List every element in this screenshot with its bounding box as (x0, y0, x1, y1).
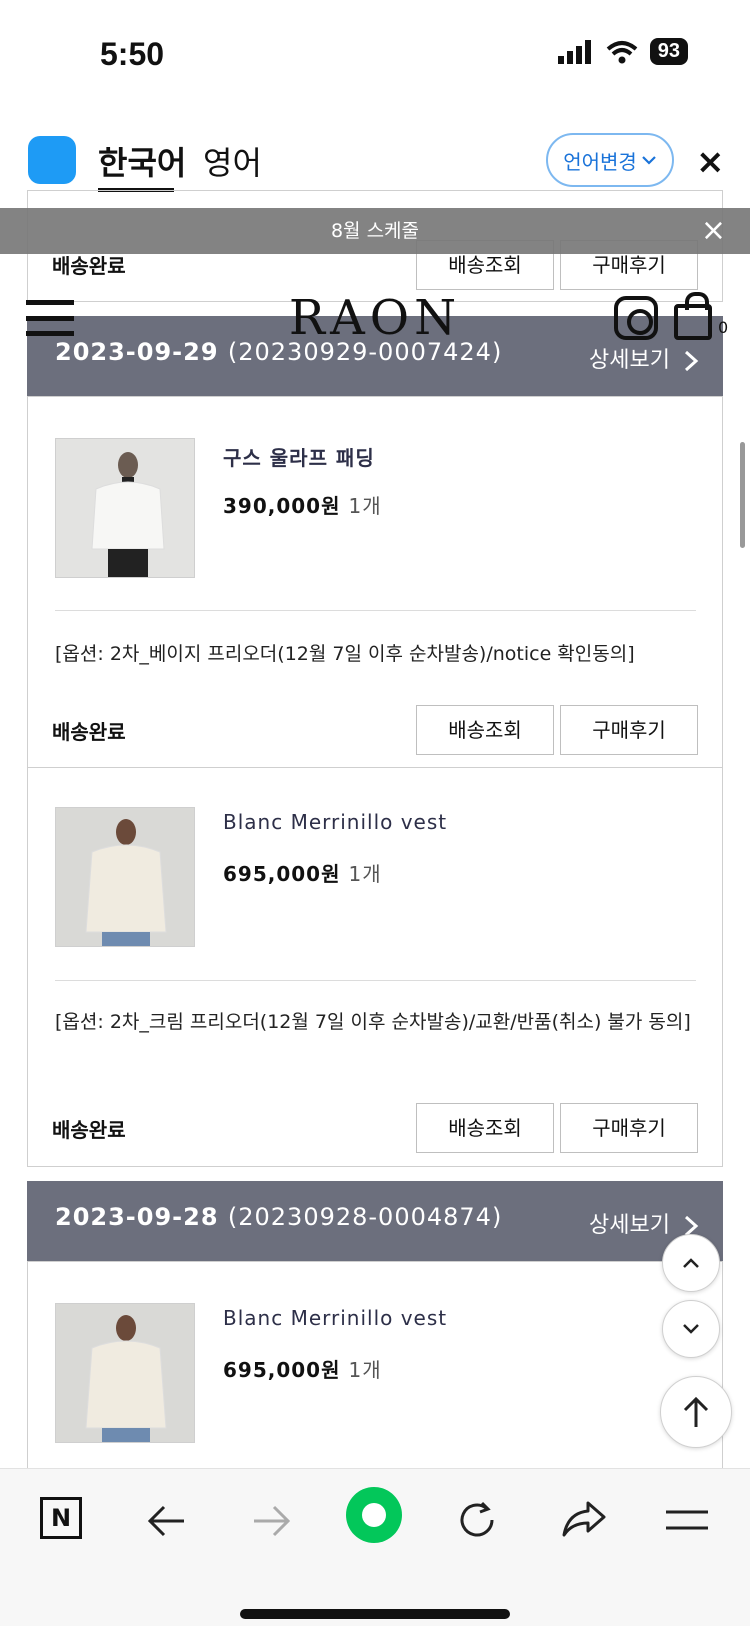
divider (55, 980, 696, 981)
refresh-icon[interactable] (456, 1499, 498, 1541)
language-change-label: 언어변경 (563, 149, 637, 174)
status-time: 5:50 (100, 36, 165, 72)
product-image[interactable] (55, 438, 195, 578)
track-delivery-button[interactable]: 배송조회 (416, 1103, 554, 1153)
site-header: RAON 0 (0, 290, 750, 350)
cart-count: 0 (718, 318, 729, 337)
product-quantity: 1개 (348, 494, 382, 518)
delivery-status: 배송완료 (52, 720, 126, 744)
home-indicator (240, 1609, 510, 1619)
order-detail-label: 상세보기 (589, 1213, 670, 1238)
order-number: (20230928-0004874) (227, 1203, 503, 1231)
product-name[interactable]: Blanc Merrinillo vest (223, 1306, 447, 1330)
product-option: [옵션: 2차_베이지 프리오더(12월 7일 이후 순차발송)/notice … (55, 643, 635, 665)
notice-banner: 8월 스케줄 × (0, 208, 750, 254)
chevron-down-icon (642, 156, 656, 165)
browser-toolbar: N (0, 1468, 750, 1626)
product-quantity: 1개 (348, 862, 382, 886)
track-delivery-button[interactable]: 배송조회 (416, 705, 554, 755)
shopping-bag-icon[interactable] (674, 292, 712, 340)
arrow-up-icon (683, 1396, 709, 1427)
product-price: 390,000원 (223, 494, 341, 518)
write-review-button[interactable]: 구매후기 (560, 705, 698, 755)
forward-arrow-icon[interactable] (252, 1505, 292, 1537)
product-price-line: 390,000원 1개 (223, 490, 382, 519)
signal-icon (557, 39, 591, 64)
write-review-button[interactable]: 구매후기 (560, 1103, 698, 1153)
green-dot-icon[interactable] (346, 1487, 402, 1543)
delivery-status: 배송완료 (52, 254, 126, 278)
notice-close-icon[interactable]: × (701, 208, 726, 254)
product-image[interactable] (55, 807, 195, 947)
notice-text: 8월 스케줄 (330, 220, 420, 242)
order-date-line: 2023-09-28 (20230928-0004874) (55, 1203, 502, 1231)
delivery-status: 배송완료 (52, 1118, 126, 1142)
divider (55, 610, 696, 611)
wifi-icon (606, 40, 638, 63)
product-image[interactable] (55, 1303, 195, 1443)
naver-home-icon[interactable]: N (40, 1497, 82, 1539)
chevron-up-icon (683, 1258, 699, 1268)
product-price: 695,000원 (223, 1358, 341, 1382)
order-date: 2023-09-28 (55, 1203, 219, 1231)
product-price-line: 695,000원 1개 (223, 858, 382, 887)
product-quantity: 1개 (348, 1358, 382, 1382)
share-icon[interactable] (562, 1499, 606, 1539)
scrollbar[interactable] (740, 442, 745, 548)
product-price: 695,000원 (223, 862, 341, 886)
back-arrow-icon[interactable] (146, 1505, 186, 1537)
tab-korean[interactable]: 한국어 (98, 138, 186, 184)
scroll-to-top-button[interactable] (660, 1376, 732, 1448)
chevron-down-icon (683, 1324, 699, 1334)
order-detail-label: 상세보기 (589, 348, 670, 373)
language-change-button[interactable]: 언어변경 (546, 133, 674, 187)
scroll-up-button[interactable] (662, 1234, 720, 1292)
status-bar: 5:50 93 (0, 0, 750, 110)
instagram-icon[interactable] (614, 296, 658, 340)
product-name[interactable]: Blanc Merrinillo vest (223, 810, 447, 834)
battery-indicator: 93 (649, 38, 688, 65)
product-price-line: 695,000원 1개 (223, 1354, 382, 1383)
menu-lines-icon[interactable] (666, 1509, 708, 1531)
translation-close-icon[interactable]: × (696, 142, 725, 182)
chevron-right-icon (684, 350, 699, 372)
product-name[interactable]: 구스 울라프 패딩 (223, 442, 375, 471)
papago-logo-icon (28, 136, 76, 184)
order-header: 2023-09-28 (20230928-0004874) 상세보기 (27, 1181, 723, 1261)
scroll-down-button[interactable] (662, 1300, 720, 1358)
status-icons: 93 (557, 38, 688, 65)
tab-english[interactable]: 영어 (203, 138, 262, 184)
product-option: [옵션: 2차_크림 프리오더(12월 7일 이후 순차발송)/교환/반품(취소… (55, 1011, 691, 1033)
